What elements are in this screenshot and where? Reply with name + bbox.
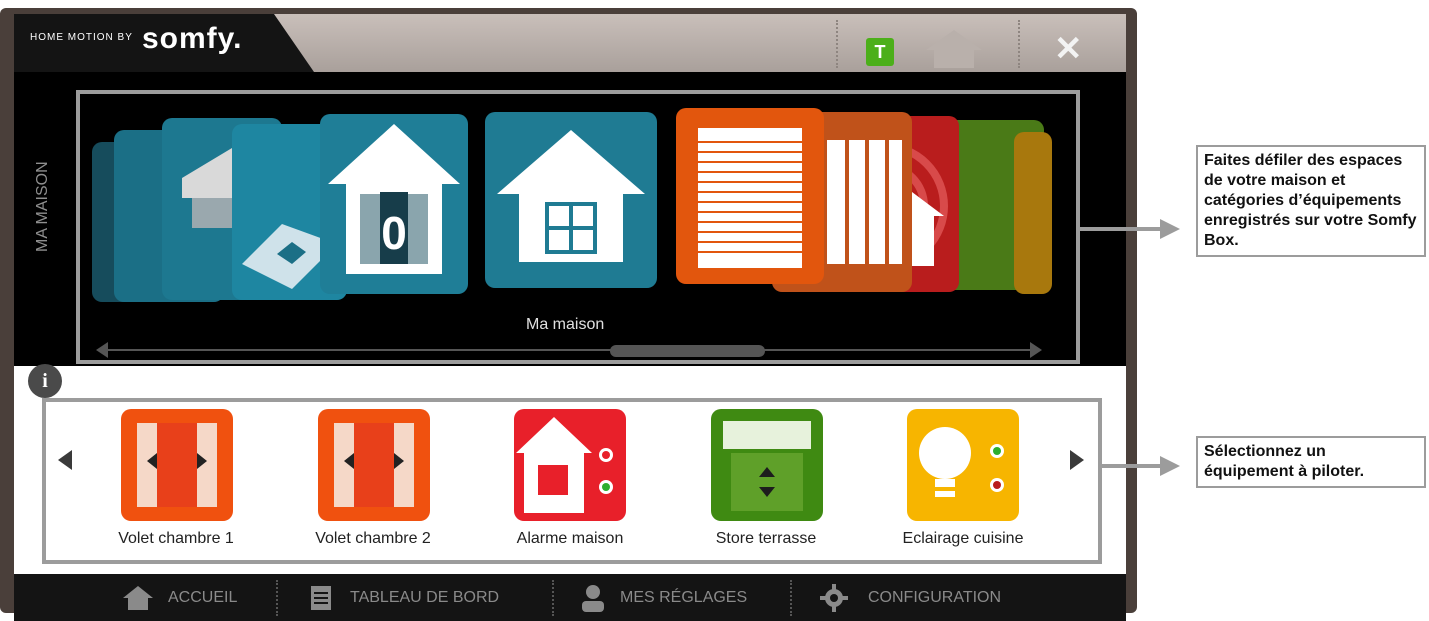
- nav-tableau-de-bord[interactable]: TABLEAU DE BORD: [310, 574, 499, 621]
- shutter-icon: [137, 423, 217, 507]
- scroll-left-icon[interactable]: [96, 342, 108, 358]
- app-window: HOME MOTION BY somfy. T ✕ MA MAISON 0 Ma…: [0, 8, 1137, 621]
- alarm-icon: [516, 417, 613, 513]
- carousel-scroll-thumb[interactable]: [610, 345, 765, 357]
- info-icon[interactable]: i: [28, 364, 62, 398]
- title-separator: [836, 20, 838, 68]
- callout-select: Sélectionnez un équipement à piloter.: [1196, 436, 1426, 488]
- scroll-right-icon[interactable]: [1030, 342, 1042, 358]
- device-label: Alarme maison: [516, 530, 624, 547]
- device-label: Eclairage cuisine: [902, 530, 1024, 547]
- nav-label: ACCUEIL: [168, 588, 238, 606]
- callout-connector: [1080, 227, 1160, 231]
- gear-icon: [820, 583, 848, 612]
- device-label: Volet chambre 1: [118, 530, 234, 547]
- callout-arrow: [1160, 456, 1180, 476]
- device-eclairage-cuisine[interactable]: [907, 409, 1019, 521]
- device-next-icon[interactable]: [1070, 450, 1084, 470]
- title-separator: [1018, 20, 1020, 68]
- bottom-nav: ACCUEIL TABLEAU DE BORD MES RÉGLAGES CON…: [14, 574, 1126, 621]
- dashboard-icon: [311, 585, 331, 610]
- somfy-logo: somfy.: [142, 22, 243, 55]
- house-icon[interactable]: [924, 28, 984, 68]
- nav-mes-reglages[interactable]: MES RÉGLAGES: [580, 574, 747, 621]
- nav-separator: [552, 580, 554, 616]
- brand-prefix: HOME MOTION BY: [30, 32, 133, 43]
- nav-configuration[interactable]: CONFIGURATION: [820, 574, 1001, 621]
- device-volet-chambre-2[interactable]: [318, 409, 430, 521]
- callout-arrow: [1160, 219, 1180, 239]
- nav-label: TABLEAU DE BORD: [350, 588, 500, 606]
- device-label: Volet chambre 2: [315, 530, 431, 547]
- carousel-scroll-track[interactable]: [100, 349, 1030, 351]
- callout-connector: [1102, 464, 1160, 468]
- device-prev-icon[interactable]: [58, 450, 72, 470]
- stage-vertical-label: MA MAISON: [34, 161, 51, 252]
- device-label: Store terrasse: [715, 530, 817, 547]
- device-alarme-maison[interactable]: [514, 409, 626, 521]
- nav-separator: [276, 580, 278, 616]
- nav-separator: [790, 580, 792, 616]
- device-volet-chambre-1[interactable]: [121, 409, 233, 521]
- home-icon: [123, 585, 153, 610]
- nav-label: CONFIGURATION: [868, 588, 1002, 606]
- user-icon: [582, 584, 604, 612]
- title-bar: HOME MOTION BY somfy. T ✕: [14, 14, 1126, 72]
- nav-label: MES RÉGLAGES: [620, 588, 748, 606]
- awning-icon: [723, 421, 811, 511]
- callout-scroll: Faites défiler des espaces de votre mais…: [1196, 145, 1426, 257]
- close-icon[interactable]: ✕: [1054, 32, 1083, 66]
- nav-accueil[interactable]: ACCUEIL: [122, 574, 237, 621]
- device-store-terrasse[interactable]: [711, 409, 823, 521]
- carousel-highlight: [76, 90, 1080, 364]
- tahoma-badge[interactable]: T: [866, 38, 894, 66]
- bulb-icon: [919, 427, 1004, 497]
- brand-area: HOME MOTION BY somfy.: [14, 14, 314, 72]
- shutter-icon: [334, 423, 414, 507]
